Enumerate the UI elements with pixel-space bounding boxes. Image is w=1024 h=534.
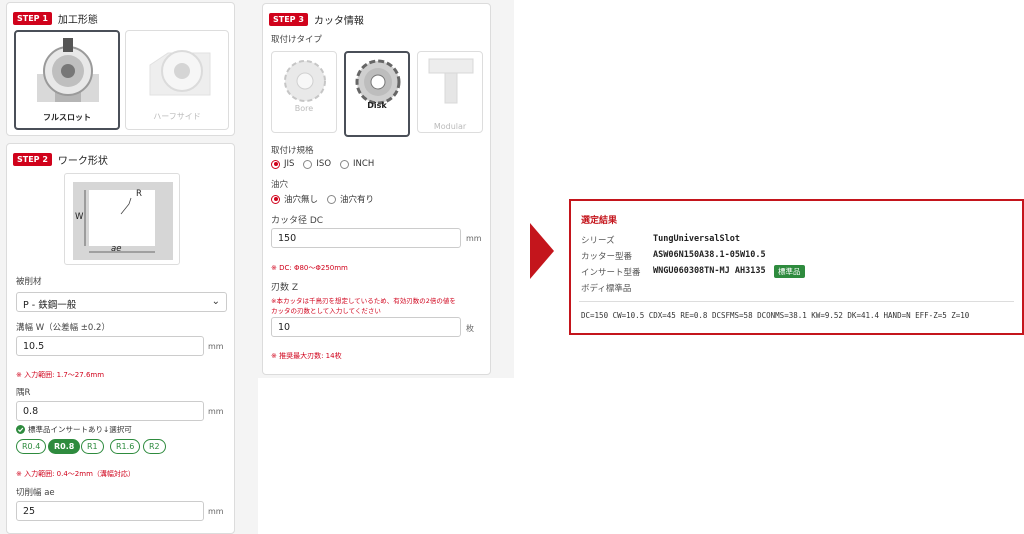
- mount-std-radio-group: JIS ISO INCH: [271, 159, 374, 169]
- corner-r-unit: mm: [208, 407, 224, 416]
- material-label: 被削材: [16, 277, 42, 287]
- slot-width-input[interactable]: 10.5: [16, 336, 204, 356]
- teeth-warning-line2: カッタの刃数として入力してください: [271, 307, 381, 315]
- cutter-dia-label: カッタ径 DC: [271, 216, 324, 226]
- result-panel: 選定結果 シリーズ TungUniversalSlot カッター型番 ASW06…: [569, 199, 1024, 335]
- half-side-image-icon: [149, 50, 211, 96]
- step2-card: STEP 2 ワーク形状 W R ae 被削材 P - 鉄鋼一般 ⌄ 溝幅 W（…: [6, 143, 235, 534]
- machining-option-full-slot[interactable]: フルスロット: [14, 30, 120, 130]
- radio-no-oil-hole[interactable]: [271, 194, 280, 204]
- result-value-series: TungUniversalSlot: [653, 234, 740, 244]
- material-select-value: P - 鉄鋼一般: [23, 300, 77, 311]
- std-insert-note: 標準品インサートあり↓選択可: [16, 424, 132, 435]
- material-select[interactable]: P - 鉄鋼一般 ⌄: [16, 292, 227, 312]
- radio-no-oil-hole-label: 油穴無し: [284, 195, 319, 205]
- mount-type-bore[interactable]: Bore: [271, 51, 337, 133]
- std-insert-note-text: 標準品インサートあり↓選択可: [28, 425, 132, 434]
- radio-inch[interactable]: [340, 159, 350, 169]
- radio-jis-label: JIS: [284, 159, 295, 169]
- teeth-label: 刃数 Z: [271, 283, 299, 293]
- step3-badge: STEP 3: [269, 13, 308, 26]
- mount-std-label: 取付け規格: [271, 146, 314, 156]
- step3-card: STEP 3 カッタ情報 取付けタイプ Bore Disk Modular 取付…: [262, 3, 491, 375]
- slot-width-label: 溝幅 W（公差幅 ±0.2）: [16, 323, 110, 333]
- workpiece-diagram: W R ae: [64, 173, 180, 265]
- result-key-series: シリーズ: [581, 236, 615, 246]
- step2-badge: STEP 2: [13, 153, 52, 166]
- radio-inch-label: INCH: [353, 159, 375, 169]
- result-key-cutter: カッター型番: [581, 252, 633, 262]
- radio-iso-label: ISO: [316, 159, 332, 169]
- result-key-body-std: ボディ標準品: [581, 284, 632, 294]
- oil-hole-radio-group: 油穴無し 油穴有り: [271, 193, 374, 205]
- cutter-dia-unit: mm: [466, 234, 482, 243]
- mount-type-label: 取付けタイプ: [271, 35, 323, 45]
- corner-r-option-r0-4[interactable]: R0.4: [16, 439, 47, 454]
- bore-label: Bore: [294, 104, 314, 113]
- slot-width-unit: mm: [208, 342, 224, 351]
- disk-cutter-icon: [355, 59, 401, 105]
- result-key-insert: インサート型番: [581, 268, 641, 278]
- check-circle-icon: [16, 425, 25, 434]
- modular-label: Modular: [433, 122, 467, 131]
- mount-type-modular[interactable]: Modular: [417, 51, 483, 133]
- modular-cutter-icon: [428, 58, 474, 104]
- step2-title: ワーク形状: [57, 156, 108, 167]
- teeth-recommend-note: ※ 推奨最大刃数: 14枚: [271, 352, 342, 360]
- corner-r-option-r1[interactable]: R1: [81, 439, 104, 454]
- step1-header: STEP 1 加工形態: [13, 11, 98, 26]
- radio-jis[interactable]: [271, 159, 280, 169]
- standard-item-badge: 標準品: [774, 265, 805, 278]
- corner-r-label: 隅R: [16, 388, 31, 398]
- corner-r-option-r0-8[interactable]: R0.8: [48, 439, 81, 454]
- full-slot-image-icon: [37, 38, 99, 102]
- step1-badge: STEP 1: [13, 12, 52, 25]
- cut-width-unit: mm: [208, 507, 224, 516]
- disk-label: Disk: [367, 101, 387, 110]
- step2-header: STEP 2 ワーク形状: [13, 152, 108, 167]
- oil-hole-label: 油穴: [271, 180, 289, 190]
- result-value-cutter: ASW06N150A38.1-05W10.5: [653, 250, 766, 260]
- diagram-r-label: R: [136, 189, 142, 199]
- corner-r-input[interactable]: 0.8: [16, 401, 204, 421]
- teeth-warning-line1: ※本カッタは千鳥刃を想定しているため、有効刃数の2倍の値を: [271, 297, 456, 305]
- cut-width-input[interactable]: 25: [16, 501, 204, 521]
- cut-width-label: 切削幅 ae: [16, 488, 55, 498]
- step1-title: 加工形態: [57, 15, 98, 26]
- half-side-label: ハーフサイド: [153, 112, 201, 121]
- result-title: 選定結果: [581, 216, 618, 226]
- radio-oil-hole-label: 油穴有り: [340, 195, 375, 205]
- result-value-insert: WNGU060308TN-MJ AH3135: [653, 266, 766, 276]
- cutter-dia-range-note: ※ DC: Φ80〜Φ250mm: [271, 264, 348, 272]
- bore-cutter-icon: [284, 60, 326, 102]
- radio-iso[interactable]: [303, 159, 313, 169]
- step1-card: STEP 1 加工形態 フルスロット ハーフサイド: [6, 2, 235, 136]
- mount-type-disk[interactable]: Disk: [344, 51, 410, 137]
- radio-oil-hole[interactable]: [327, 194, 337, 204]
- diagram-ae-label: ae: [111, 244, 122, 254]
- result-divider: [579, 301, 1014, 302]
- machining-option-half-side[interactable]: ハーフサイド: [125, 30, 229, 130]
- corner-r-option-r2[interactable]: R2: [143, 439, 166, 454]
- teeth-input[interactable]: 10: [271, 317, 461, 337]
- chevron-down-icon: ⌄: [211, 296, 220, 307]
- step3-title: カッタ情報: [313, 16, 364, 27]
- corner-r-range-note: ※ 入力範囲: 0.4〜2mm（溝幅対応）: [16, 470, 135, 478]
- diagram-w-label: W: [75, 212, 84, 222]
- full-slot-label: フルスロット: [43, 113, 91, 122]
- corner-r-option-r1-6[interactable]: R1.6: [110, 439, 141, 454]
- step3-header: STEP 3 カッタ情報: [269, 12, 364, 27]
- teeth-unit: 枚: [466, 324, 474, 333]
- slot-width-range-note: ※ 入力範囲: 1.7〜27.6mm: [16, 371, 105, 379]
- arrow-right-icon: [530, 223, 554, 279]
- cutter-dia-input[interactable]: 150: [271, 228, 461, 248]
- result-spec-line: DC=150 CW=10.5 CDX=45 RE=0.8 DCSFMS=58 D…: [581, 311, 970, 320]
